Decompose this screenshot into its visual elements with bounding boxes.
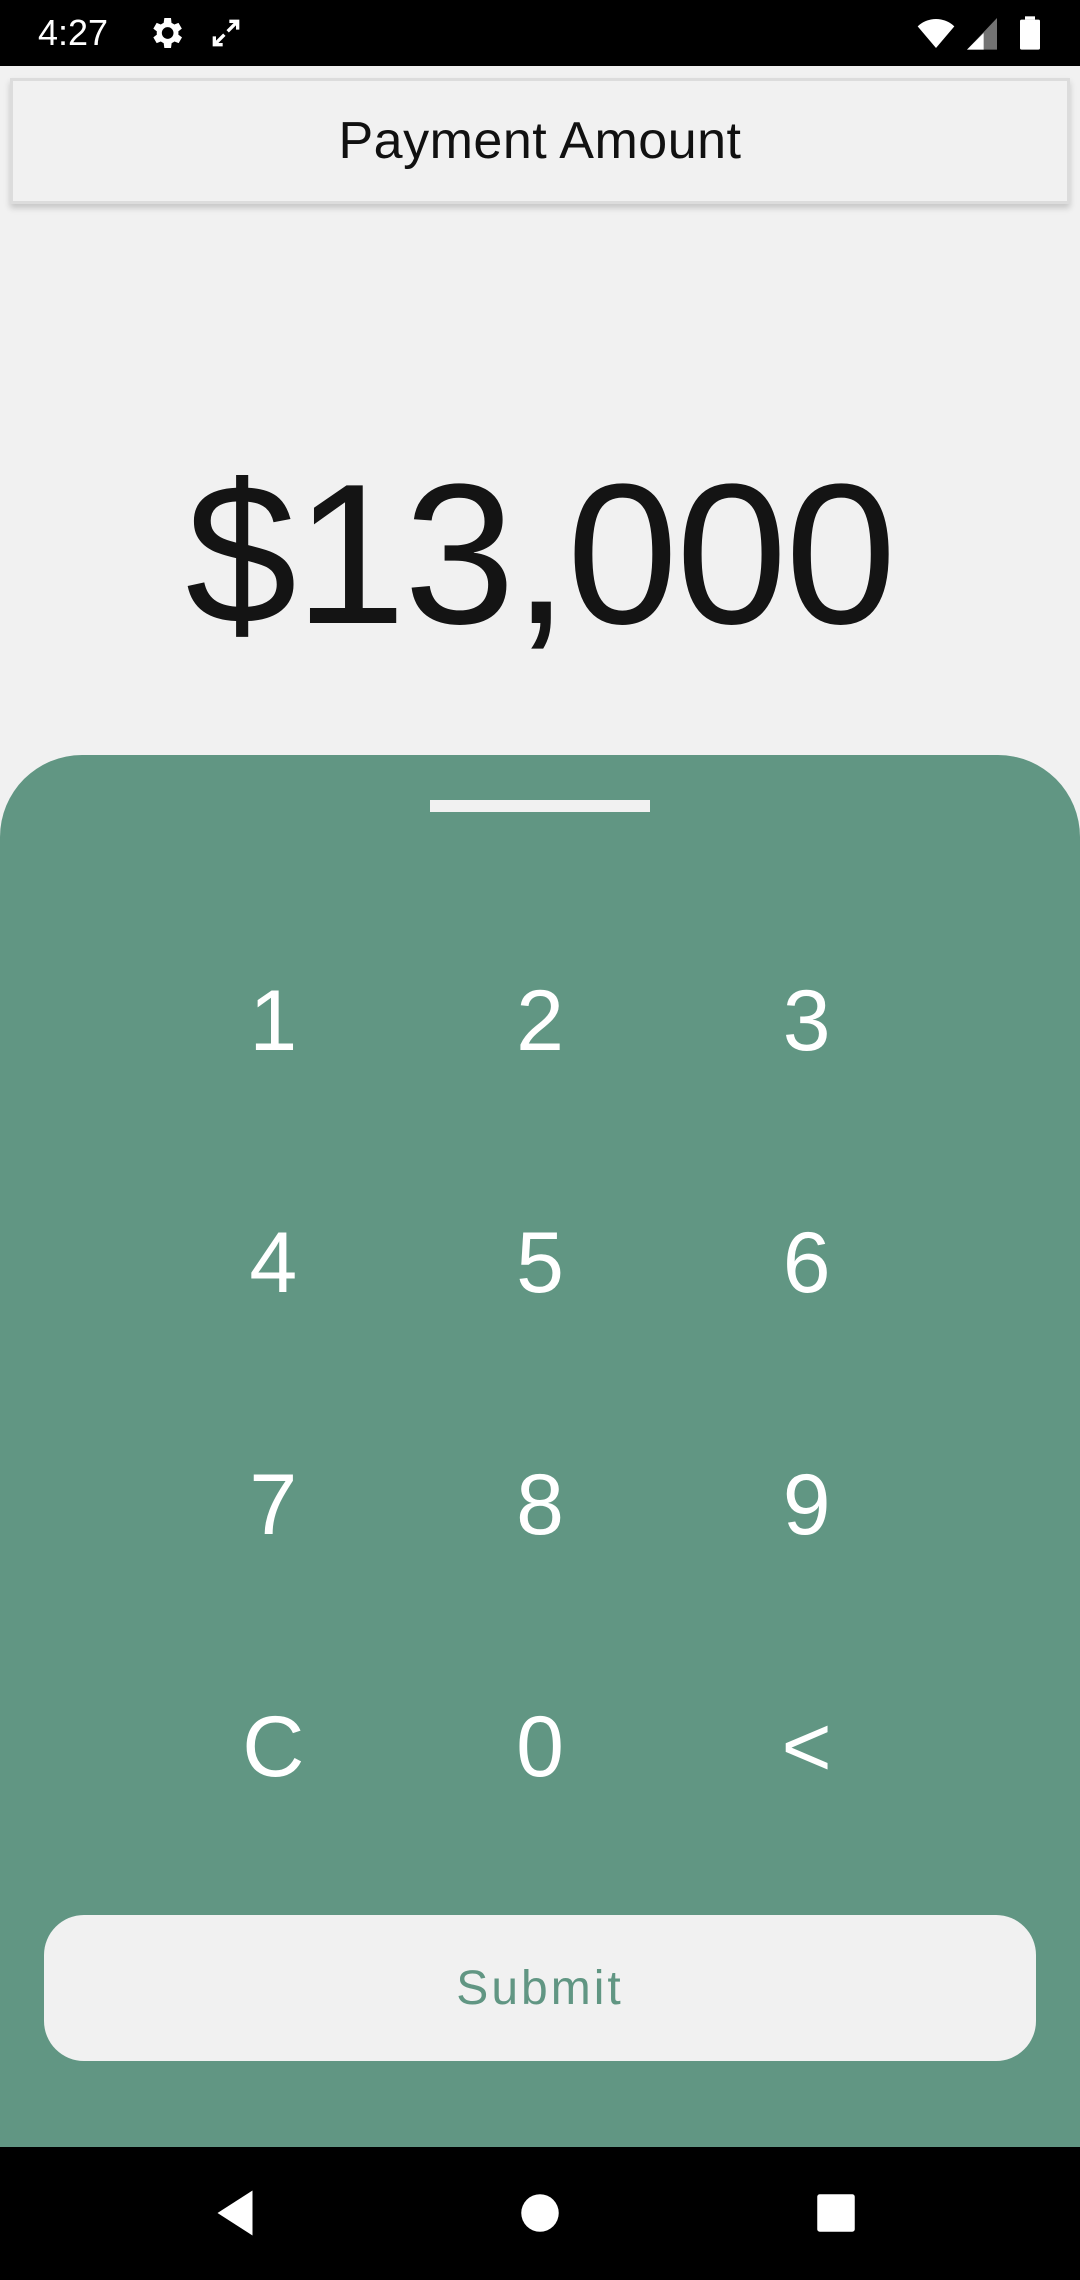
key-8[interactable]: 8	[407, 1384, 674, 1626]
key-clear[interactable]: C	[140, 1626, 407, 1868]
key-4[interactable]: 4	[140, 1142, 407, 1384]
home-icon[interactable]	[510, 2183, 570, 2243]
keypad-grid: 1 2 3 4 5 6 7 8 9 C 0 <	[140, 900, 940, 1868]
keypad-sheet: 1 2 3 4 5 6 7 8 9 C 0 < Submit	[0, 755, 1080, 2147]
key-7[interactable]: 7	[140, 1384, 407, 1626]
status-time: 4:27	[38, 12, 109, 53]
payment-amount-display: $13,000	[185, 443, 897, 666]
battery-icon	[1010, 13, 1050, 53]
key-1[interactable]: 1	[140, 900, 407, 1142]
submit-button[interactable]: Submit	[44, 1915, 1036, 2061]
key-3[interactable]: 3	[673, 900, 940, 1142]
back-icon[interactable]	[210, 2183, 270, 2243]
key-2[interactable]: 2	[407, 900, 674, 1142]
sheet-drag-handle[interactable]	[430, 800, 650, 812]
screen-rotate-icon	[206, 13, 246, 53]
wifi-icon	[916, 13, 956, 53]
app-header: Payment Amount	[10, 78, 1070, 204]
cell-signal-icon	[962, 13, 1002, 53]
key-5[interactable]: 5	[407, 1142, 674, 1384]
key-0[interactable]: 0	[407, 1626, 674, 1868]
key-6[interactable]: 6	[673, 1142, 940, 1384]
key-9[interactable]: 9	[673, 1384, 940, 1626]
status-bar: 4:27	[0, 0, 1080, 66]
navigation-bar	[0, 2147, 1080, 2280]
page-title: Payment Amount	[338, 112, 742, 170]
key-backspace[interactable]: <	[673, 1626, 940, 1868]
recents-icon[interactable]	[806, 2183, 866, 2243]
gear-icon	[146, 13, 186, 53]
